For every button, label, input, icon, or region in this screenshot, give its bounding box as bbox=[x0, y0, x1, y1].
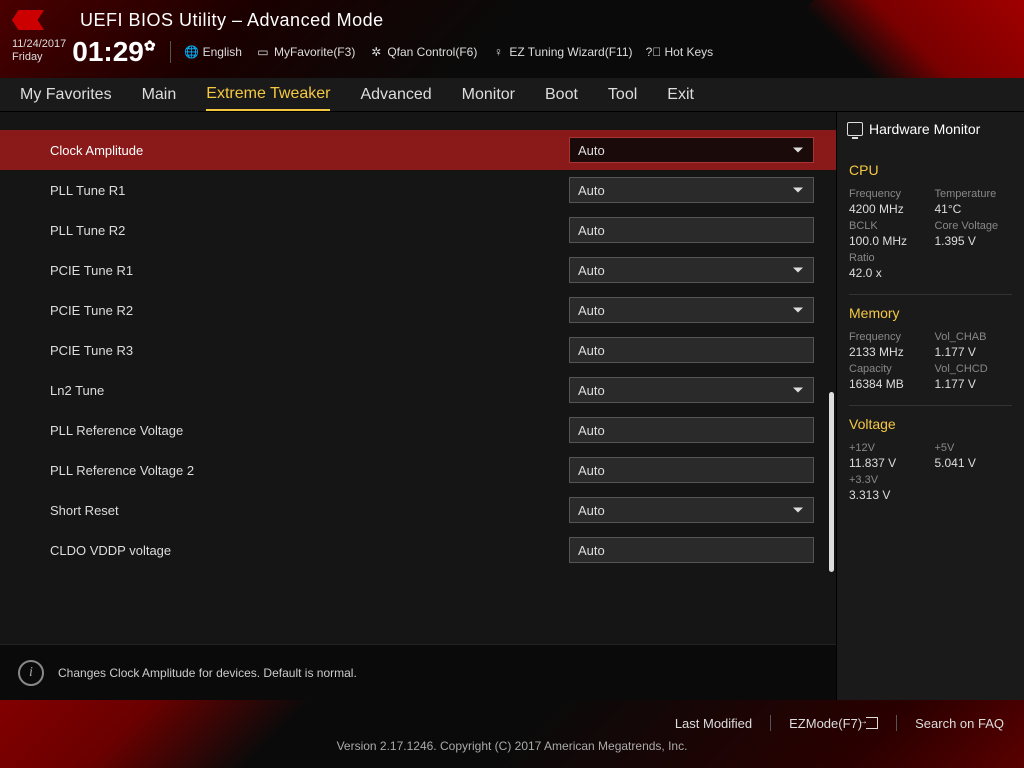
language-selector[interactable]: 🌐 English bbox=[185, 45, 242, 59]
voltage-12v: 11.837 V bbox=[849, 456, 927, 470]
setting-pll-ref-voltage[interactable]: PLL Reference Voltage Auto bbox=[0, 410, 836, 450]
last-modified-button[interactable]: Last Modified bbox=[675, 716, 752, 731]
mem-vol-chcd: 1.177 V bbox=[935, 377, 1013, 391]
tab-bar: My Favorites Main Extreme Tweaker Advanc… bbox=[0, 78, 1024, 112]
scrollbar[interactable] bbox=[829, 392, 834, 572]
setting-short-reset[interactable]: Short Reset Auto bbox=[0, 490, 836, 530]
hotkeys-button[interactable]: ?⃣ Hot Keys bbox=[647, 45, 714, 59]
search-faq-button[interactable]: Search on FAQ bbox=[915, 716, 1004, 731]
tab-exit[interactable]: Exit bbox=[667, 80, 694, 110]
setting-pll-tune-r2[interactable]: PLL Tune R2 Auto bbox=[0, 210, 836, 250]
tab-my-favorites[interactable]: My Favorites bbox=[20, 80, 112, 110]
info-icon: i bbox=[18, 660, 44, 686]
voltage-5v: 5.041 V bbox=[935, 456, 1013, 470]
pll-ref-voltage-2-input[interactable]: Auto bbox=[569, 457, 814, 483]
keyboard-icon: ?⃣ bbox=[647, 45, 661, 59]
pll-ref-voltage-input[interactable]: Auto bbox=[569, 417, 814, 443]
gear-icon[interactable]: ✿ bbox=[144, 38, 156, 54]
setting-pll-ref-voltage-2[interactable]: PLL Reference Voltage 2 Auto bbox=[0, 450, 836, 490]
setting-cldo-vddp[interactable]: CLDO VDDP voltage Auto bbox=[0, 530, 836, 570]
cpu-bclk: 100.0 MHz bbox=[849, 234, 927, 248]
cpu-core-voltage: 1.395 V bbox=[935, 234, 1013, 248]
myfavorite-button[interactable]: ▭ MyFavorite(F3) bbox=[256, 45, 355, 59]
tab-monitor[interactable]: Monitor bbox=[462, 80, 515, 110]
help-bar: i Changes Clock Amplitude for devices. D… bbox=[0, 644, 836, 700]
help-text: Changes Clock Amplitude for devices. Def… bbox=[58, 666, 357, 680]
day: Friday bbox=[12, 51, 66, 64]
pcie-tune-r3-input[interactable]: Auto bbox=[569, 337, 814, 363]
qfan-button[interactable]: ✲ Qfan Control(F6) bbox=[369, 45, 477, 59]
mem-vol-chab: 1.177 V bbox=[935, 345, 1013, 359]
mem-frequency: 2133 MHz bbox=[849, 345, 927, 359]
exit-icon bbox=[866, 717, 878, 729]
footer: Last Modified EZMode(F7) Search on FAQ V… bbox=[0, 700, 1024, 768]
app-title: UEFI BIOS Utility – Advanced Mode bbox=[80, 10, 384, 31]
cldo-vddp-input[interactable]: Auto bbox=[569, 537, 814, 563]
setting-pcie-tune-r1[interactable]: PCIE Tune R1 Auto bbox=[0, 250, 836, 290]
voltage-section-title: Voltage bbox=[849, 416, 1012, 432]
pll-tune-r2-input[interactable]: Auto bbox=[569, 217, 814, 243]
time: 01:29✿ bbox=[72, 38, 155, 66]
tab-main[interactable]: Main bbox=[142, 80, 177, 110]
datetime: 11/24/2017 Friday 01:29✿ bbox=[12, 38, 156, 66]
globe-icon: 🌐 bbox=[185, 45, 199, 59]
short-reset-dropdown[interactable]: Auto bbox=[569, 497, 814, 523]
memory-section-title: Memory bbox=[849, 305, 1012, 321]
setting-ln2-tune[interactable]: Ln2 Tune Auto bbox=[0, 370, 836, 410]
sidebar-header: Hardware Monitor bbox=[837, 112, 1024, 146]
cpu-temperature: 41°C bbox=[935, 202, 1013, 216]
cpu-ratio: 42.0 x bbox=[849, 266, 927, 280]
setting-pcie-tune-r2[interactable]: PCIE Tune R2 Auto bbox=[0, 290, 836, 330]
setting-pcie-tune-r3[interactable]: PCIE Tune R3 Auto bbox=[0, 330, 836, 370]
fan-icon: ✲ bbox=[369, 45, 383, 59]
main-panel: Clock Amplitude Auto PLL Tune R1 Auto PL… bbox=[0, 112, 836, 700]
tab-advanced[interactable]: Advanced bbox=[360, 80, 431, 110]
tab-boot[interactable]: Boot bbox=[545, 80, 578, 110]
pll-tune-r1-dropdown[interactable]: Auto bbox=[569, 177, 814, 203]
eztuning-button[interactable]: ♀ EZ Tuning Wizard(F11) bbox=[491, 45, 632, 59]
monitor-icon bbox=[847, 122, 863, 136]
mem-capacity: 16384 MB bbox=[849, 377, 927, 391]
settings-list: Clock Amplitude Auto PLL Tune R1 Auto PL… bbox=[0, 112, 836, 644]
pcie-tune-r2-dropdown[interactable]: Auto bbox=[569, 297, 814, 323]
tab-extreme-tweaker[interactable]: Extreme Tweaker bbox=[206, 79, 330, 111]
date: 11/24/2017 bbox=[12, 38, 66, 51]
header: UEFI BIOS Utility – Advanced Mode 11/24/… bbox=[0, 0, 1024, 78]
ezmode-button[interactable]: EZMode(F7) bbox=[789, 716, 878, 731]
clock-amplitude-dropdown[interactable]: Auto bbox=[569, 137, 814, 163]
setting-clock-amplitude[interactable]: Clock Amplitude Auto bbox=[0, 130, 836, 170]
pcie-tune-r1-dropdown[interactable]: Auto bbox=[569, 257, 814, 283]
cpu-frequency: 4200 MHz bbox=[849, 202, 927, 216]
rog-logo bbox=[12, 8, 72, 32]
favorite-icon: ▭ bbox=[256, 45, 270, 59]
setting-pll-tune-r1[interactable]: PLL Tune R1 Auto bbox=[0, 170, 836, 210]
version-text: Version 2.17.1246. Copyright (C) 2017 Am… bbox=[20, 739, 1004, 753]
cpu-section-title: CPU bbox=[849, 162, 1012, 178]
ln2-tune-dropdown[interactable]: Auto bbox=[569, 377, 814, 403]
hardware-monitor-sidebar: Hardware Monitor CPU Frequency4200 MHz T… bbox=[836, 112, 1024, 700]
wizard-icon: ♀ bbox=[491, 45, 505, 59]
tab-tool[interactable]: Tool bbox=[608, 80, 637, 110]
voltage-3v3: 3.313 V bbox=[849, 488, 927, 502]
